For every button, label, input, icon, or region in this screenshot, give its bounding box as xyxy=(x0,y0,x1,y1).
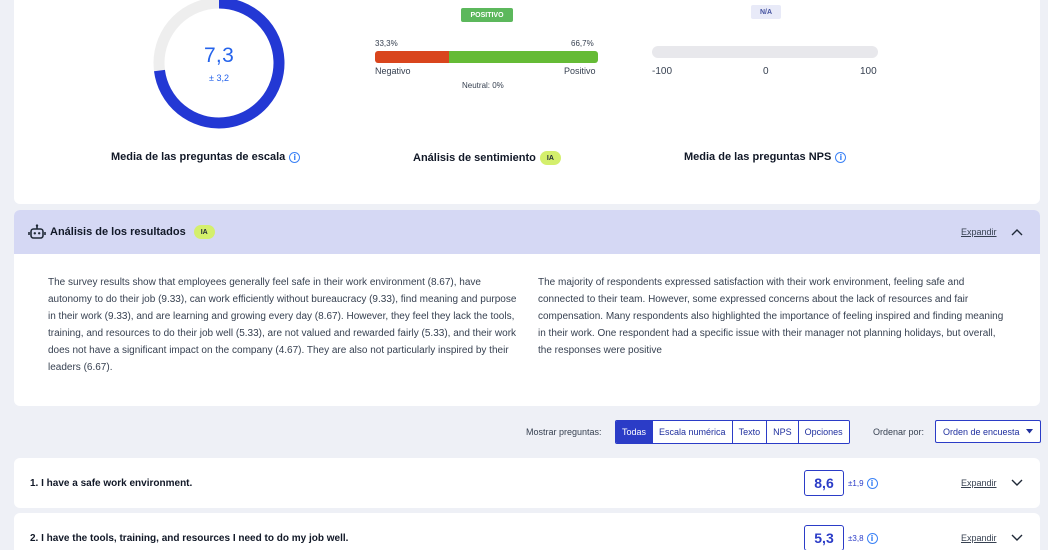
question-row[interactable]: 2. I have the tools, training, and resou… xyxy=(14,513,1040,550)
neutral-label: Neutral: 0% xyxy=(462,81,504,90)
caret-down-icon xyxy=(1025,429,1033,434)
show-questions-label: Mostrar preguntas: xyxy=(526,427,602,437)
filter-text-button[interactable]: Texto xyxy=(732,421,768,443)
nps-tick-mid: 0 xyxy=(763,66,769,77)
filter-toolbar: Mostrar preguntas: Todas Escala numérica… xyxy=(0,420,1048,444)
question-score: 8,6 xyxy=(804,470,844,496)
nps-tick-min: -100 xyxy=(652,66,673,77)
analysis-panel: Análisis de los resultados IA Expandir T… xyxy=(14,210,1040,406)
info-icon[interactable]: i xyxy=(835,151,847,163)
info-icon[interactable]: i xyxy=(866,533,878,544)
sentiment-metric-label: Análisis de sentimiento IA xyxy=(413,151,561,165)
analysis-left-text: The survey results show that employees g… xyxy=(48,277,517,373)
positive-percentage: 66,7% xyxy=(571,39,594,48)
order-select-value: Orden de encuesta xyxy=(943,426,1020,437)
chevron-down-icon[interactable] xyxy=(1010,530,1024,544)
sentiment-bar-positive xyxy=(449,51,598,63)
sentiment-metric-label-text: Análisis de sentimiento xyxy=(413,152,536,164)
question-expand-link[interactable]: Expandir xyxy=(961,478,997,488)
nps-tick-max: 100 xyxy=(860,66,877,77)
sentiment-badge: POSITIVO xyxy=(461,8,513,22)
question-expand-link[interactable]: Expandir xyxy=(961,533,997,543)
scale-metric-label: Media de las preguntas de escala i xyxy=(111,151,301,163)
question-score: 5,3 xyxy=(804,525,844,550)
nps-badge: N/A xyxy=(751,5,781,19)
ia-badge: IA xyxy=(539,151,561,165)
negative-label: Negativo xyxy=(375,66,411,76)
analysis-title: Análisis de los resultados xyxy=(50,226,186,238)
scale-metric-label-text: Media de las preguntas de escala xyxy=(111,151,286,163)
analysis-expand-link[interactable]: Expandir xyxy=(961,227,997,237)
question-std-value: ±3,8 xyxy=(848,534,864,543)
filter-options-button[interactable]: Opciones xyxy=(798,421,849,443)
info-icon[interactable]: i xyxy=(866,478,878,489)
negative-percentage: 33,3% xyxy=(375,39,398,48)
metrics-card: 7,3 ± 3,2 Media de las preguntas de esca… xyxy=(14,0,1040,204)
question-std: ±3,8 i xyxy=(848,533,878,544)
sentiment-bar xyxy=(375,51,598,63)
order-select[interactable]: Orden de encuesta xyxy=(935,420,1041,443)
scale-average-std: ± 3,2 xyxy=(209,73,229,83)
scale-average-value: 7,3 xyxy=(203,44,235,67)
chevron-up-icon[interactable] xyxy=(1010,225,1024,239)
question-row[interactable]: 1. I have a safe work environment. 8,6 ±… xyxy=(14,458,1040,508)
info-icon[interactable]: i xyxy=(289,151,301,163)
filter-all-button[interactable]: Todas xyxy=(616,421,654,443)
nps-bar xyxy=(652,46,878,58)
analysis-header[interactable]: Análisis de los resultados IA xyxy=(14,210,1040,254)
ia-badge: IA xyxy=(193,225,215,239)
chevron-down-icon[interactable] xyxy=(1010,475,1024,489)
question-std: ±1,9 i xyxy=(848,478,878,489)
order-by-label: Ordenar por: xyxy=(873,427,925,437)
nps-metric-label: Media de las preguntas NPS i xyxy=(684,151,847,163)
robot-icon xyxy=(28,224,46,239)
filter-nps-button[interactable]: NPS xyxy=(767,421,799,443)
question-text: 1. I have a safe work environment. xyxy=(30,478,193,489)
filter-numeric-scale-button[interactable]: Escala numérica xyxy=(653,421,733,443)
analysis-body: The survey results show that employees g… xyxy=(48,274,1008,376)
question-type-filter: Todas Escala numérica Texto NPS Opciones xyxy=(615,420,850,444)
nps-metric-label-text: Media de las preguntas NPS xyxy=(684,151,832,163)
question-text: 2. I have the tools, training, and resou… xyxy=(30,533,349,544)
positive-label: Positivo xyxy=(564,66,596,76)
question-std-value: ±1,9 xyxy=(848,479,864,488)
analysis-right-text: The majority of respondents expressed sa… xyxy=(538,277,1004,356)
sentiment-bar-negative xyxy=(375,51,450,63)
